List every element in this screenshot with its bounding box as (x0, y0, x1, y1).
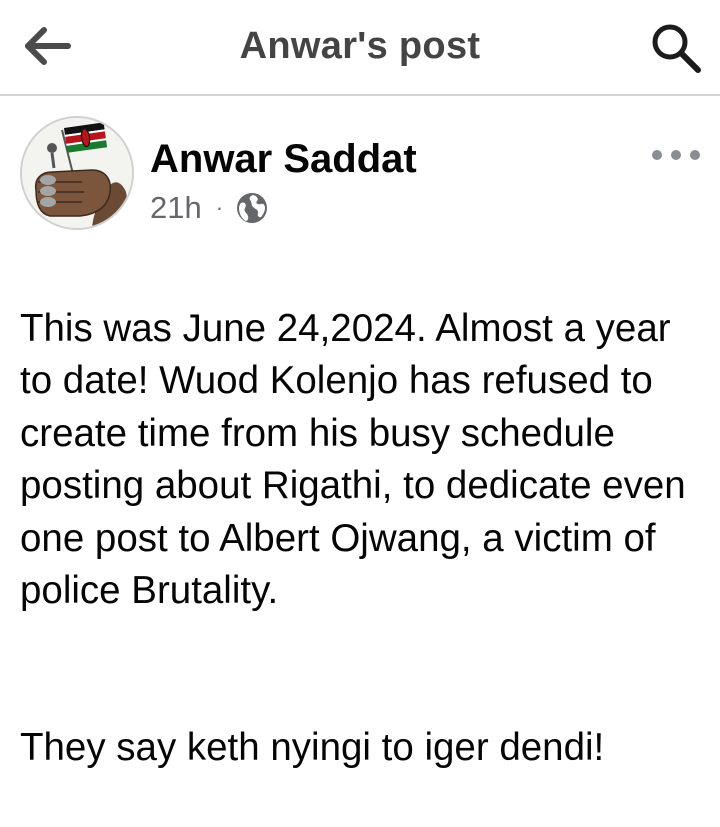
post-header: Anwar Saddat 21h · (0, 110, 720, 240)
post-meta: 21h · (150, 188, 269, 228)
search-icon (652, 24, 701, 73)
avatar[interactable] (20, 116, 134, 230)
search-button[interactable] (648, 20, 704, 76)
post-body: This was June 24,2024. Almost a year to … (20, 250, 706, 827)
post-timestamp[interactable]: 21h (150, 190, 202, 226)
post-paragraph: This was June 24,2024. Almost a year to … (20, 306, 686, 613)
top-app-bar: Anwar's post (0, 0, 720, 96)
raised-fist-flag-avatar-image (22, 118, 132, 228)
globe-icon[interactable] (235, 191, 269, 225)
post-paragraph: They say keth nyingi to iger dendi! (20, 726, 605, 769)
more-options-button[interactable] (648, 140, 704, 170)
page-title: Anwar's post (239, 25, 481, 67)
more-horizontal-icon (652, 150, 700, 160)
author-name[interactable]: Anwar Saddat (150, 136, 417, 182)
meta-separator: · (215, 195, 224, 220)
